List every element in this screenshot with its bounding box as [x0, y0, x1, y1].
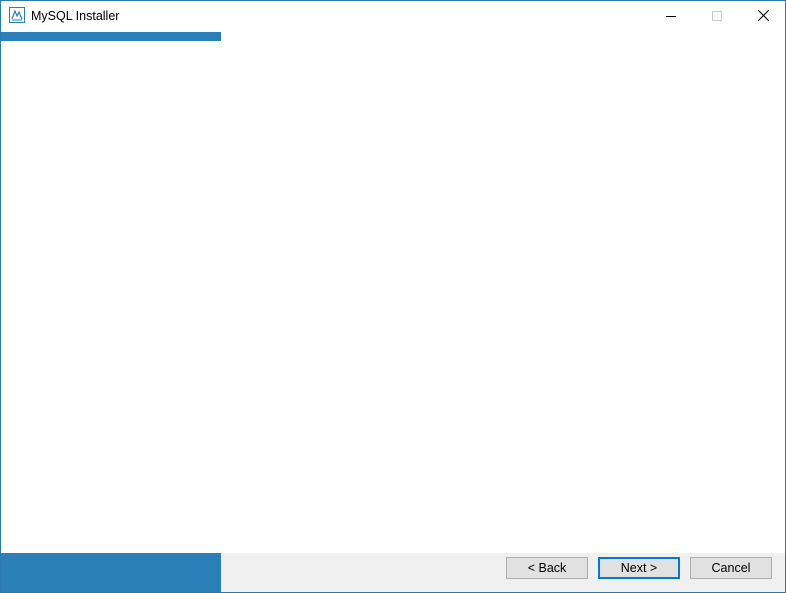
back-button[interactable]: < Back: [506, 557, 588, 579]
window-title: MySQL Installer: [31, 9, 120, 23]
installer-window: MySQL Installer < Back Next > Cancel: [0, 0, 786, 593]
title-bar[interactable]: MySQL Installer: [1, 1, 785, 32]
footer-accent-panel: [1, 553, 221, 592]
header-accent-strip: [1, 32, 221, 41]
close-icon: [757, 8, 769, 26]
cancel-button[interactable]: Cancel: [690, 557, 772, 579]
minimize-icon: [666, 8, 676, 26]
main-content-area: [1, 41, 785, 553]
minimize-button[interactable]: [648, 1, 694, 32]
maximize-icon: [712, 8, 722, 26]
next-button[interactable]: Next >: [598, 557, 680, 579]
footer-button-bar: < Back Next > Cancel: [221, 553, 785, 592]
close-button[interactable]: [740, 1, 785, 32]
mysql-app-icon: [9, 7, 25, 23]
maximize-button[interactable]: [694, 1, 740, 32]
